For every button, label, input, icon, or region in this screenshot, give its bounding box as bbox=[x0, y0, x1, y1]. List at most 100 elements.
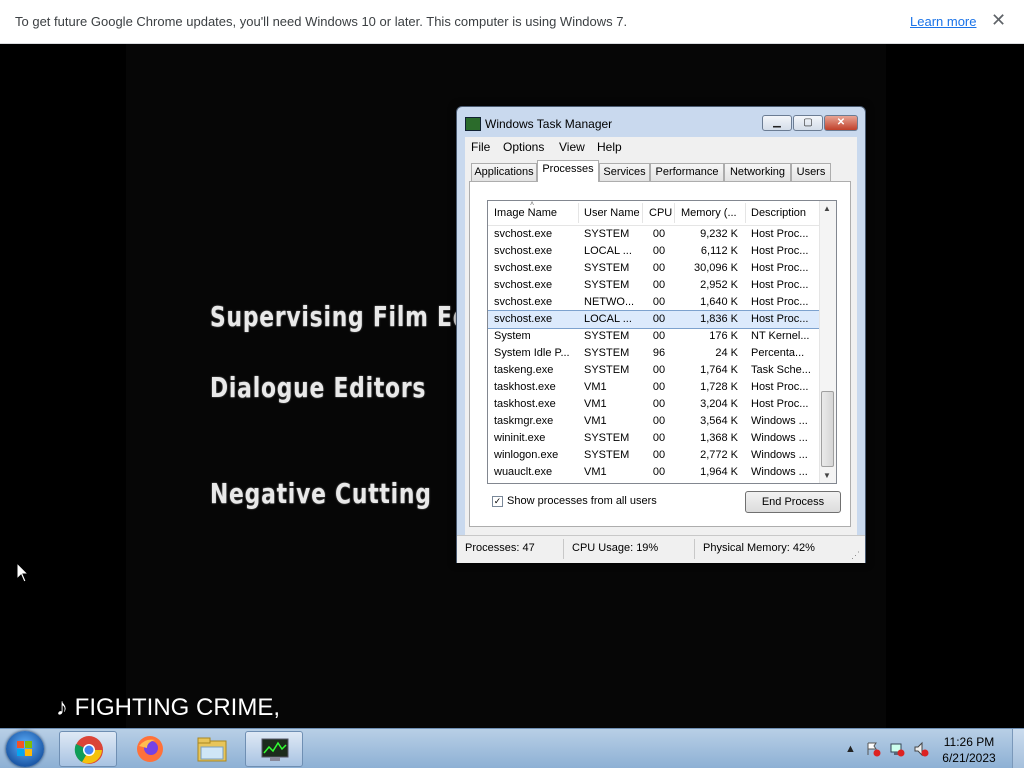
process-name: System Idle P... bbox=[494, 347, 570, 359]
process-cpu: 00 bbox=[652, 432, 666, 444]
process-name: taskmgr.exe bbox=[494, 415, 554, 427]
close-button[interactable]: ✕ bbox=[824, 115, 858, 131]
taskbar-chrome[interactable] bbox=[59, 731, 117, 767]
vertical-scrollbar[interactable]: ▲ ▼ bbox=[819, 201, 836, 483]
tab-applications[interactable]: Applications bbox=[471, 163, 537, 181]
process-memory: 1,964 K bbox=[700, 466, 738, 478]
process-memory: 3,564 K bbox=[700, 415, 738, 427]
process-user: VM1 bbox=[584, 381, 607, 393]
show-all-users-label[interactable]: Show processes from all users bbox=[507, 495, 657, 507]
process-cpu: 00 bbox=[652, 245, 666, 257]
process-row[interactable]: wininit.exe SYSTEM 00 1,368 K Windows ... bbox=[488, 430, 820, 447]
show-hidden-icons-icon[interactable]: ▲ bbox=[845, 743, 856, 755]
volume-muted-icon[interactable] bbox=[913, 741, 929, 757]
column-separator[interactable] bbox=[642, 203, 643, 223]
column-separator[interactable] bbox=[674, 203, 675, 223]
process-cpu: 00 bbox=[652, 466, 666, 478]
close-icon[interactable]: ✕ bbox=[991, 10, 1006, 31]
process-name: taskhost.exe bbox=[494, 398, 556, 410]
show-all-users-checkbox[interactable]: ✓ bbox=[492, 496, 503, 507]
tab-users[interactable]: Users bbox=[791, 163, 831, 181]
clock-date: 6/21/2023 bbox=[942, 751, 996, 765]
chrome-update-infobar: To get future Google Chrome updates, you… bbox=[0, 0, 1024, 44]
process-row[interactable]: System Idle P... SYSTEM 96 24 K Percenta... bbox=[488, 345, 820, 362]
tab-processes[interactable]: Processes bbox=[537, 160, 599, 182]
column-image-name[interactable]: Image Name bbox=[494, 207, 557, 219]
action-center-icon[interactable] bbox=[865, 741, 881, 757]
process-name: svchost.exe bbox=[494, 279, 553, 291]
process-cpu: 00 bbox=[652, 279, 666, 291]
status-separator bbox=[694, 539, 695, 559]
status-processes: Processes: 47 bbox=[465, 542, 535, 554]
process-description: Host Proc... bbox=[751, 313, 809, 325]
column-separator[interactable] bbox=[578, 203, 579, 223]
start-button[interactable] bbox=[6, 731, 44, 767]
process-memory: 1,368 K bbox=[700, 432, 738, 444]
learn-more-link[interactable]: Learn more bbox=[910, 14, 976, 29]
scrollbar-thumb[interactable] bbox=[821, 391, 834, 467]
scroll-up-icon[interactable]: ▲ bbox=[823, 204, 831, 213]
task-manager-body: Applications Processes Services Performa… bbox=[465, 157, 857, 535]
menu-file[interactable]: File bbox=[471, 140, 490, 154]
process-user: SYSTEM bbox=[584, 347, 630, 359]
process-cpu: 00 bbox=[652, 296, 666, 308]
process-row[interactable]: svchost.exe SYSTEM 00 30,096 K Host Proc... bbox=[488, 260, 820, 277]
process-name: System bbox=[494, 330, 531, 342]
tab-services[interactable]: Services bbox=[599, 163, 650, 181]
mouse-cursor-icon bbox=[16, 562, 30, 583]
process-description: Host Proc... bbox=[751, 296, 809, 308]
chrome-icon bbox=[74, 736, 103, 764]
process-name: svchost.exe bbox=[494, 313, 553, 325]
process-row[interactable]: svchost.exe SYSTEM 00 9,232 K Host Proc... bbox=[488, 226, 820, 243]
column-description[interactable]: Description bbox=[751, 207, 806, 219]
menu-options[interactable]: Options bbox=[503, 140, 544, 154]
process-row[interactable]: svchost.exe SYSTEM 00 2,952 K Host Proc... bbox=[488, 277, 820, 294]
show-desktop-button[interactable] bbox=[1012, 729, 1024, 768]
process-user: LOCAL ... bbox=[584, 245, 632, 257]
process-description: Host Proc... bbox=[751, 398, 809, 410]
system-clock[interactable]: 11:26 PM 6/21/2023 bbox=[936, 734, 1002, 766]
menu-help[interactable]: Help bbox=[597, 140, 622, 154]
process-row[interactable]: taskeng.exe SYSTEM 00 1,764 K Task Sche... bbox=[488, 362, 820, 379]
credit-line-1: Supervising Film Edit bbox=[210, 300, 489, 333]
column-separator[interactable] bbox=[745, 203, 746, 223]
column-cpu[interactable]: CPU bbox=[649, 207, 672, 219]
process-cpu: 96 bbox=[652, 347, 666, 359]
process-memory: 1,764 K bbox=[700, 364, 738, 376]
process-name: svchost.exe bbox=[494, 296, 553, 308]
scroll-down-icon[interactable]: ▼ bbox=[823, 471, 831, 480]
process-memory: 9,232 K bbox=[700, 228, 738, 240]
title-bar[interactable]: Windows Task Manager ▁ ▢ ✕ bbox=[457, 107, 865, 135]
column-memory[interactable]: Memory (... bbox=[681, 207, 737, 219]
process-row[interactable]: taskhost.exe VM1 00 1,728 K Host Proc... bbox=[488, 379, 820, 396]
process-user: VM1 bbox=[584, 398, 607, 410]
network-icon[interactable] bbox=[889, 741, 905, 757]
taskbar-explorer[interactable] bbox=[183, 731, 241, 767]
taskbar-task-manager[interactable] bbox=[245, 731, 303, 767]
minimize-button[interactable]: ▁ bbox=[762, 115, 792, 131]
process-row[interactable]: System SYSTEM 00 176 K NT Kernel... bbox=[488, 328, 820, 345]
process-row[interactable]: taskhost.exe VM1 00 3,204 K Host Proc... bbox=[488, 396, 820, 413]
process-row[interactable]: winlogon.exe SYSTEM 00 2,772 K Windows ... bbox=[488, 447, 820, 464]
process-row[interactable]: svchost.exe NETWO... 00 1,640 K Host Proc... bbox=[488, 294, 820, 311]
tab-networking[interactable]: Networking bbox=[724, 163, 791, 181]
process-list[interactable]: Image Name ˄ User Name CPU Memory (... D… bbox=[487, 200, 837, 484]
column-user-name[interactable]: User Name bbox=[584, 207, 640, 219]
process-cpu: 00 bbox=[652, 449, 666, 461]
process-description: Percenta... bbox=[751, 347, 805, 359]
taskbar-firefox[interactable] bbox=[121, 731, 179, 767]
resize-grip-icon[interactable]: ⋰ bbox=[851, 550, 860, 561]
process-cpu: 00 bbox=[652, 398, 666, 410]
maximize-button[interactable]: ▢ bbox=[793, 115, 823, 131]
process-row[interactable]: svchost.exe LOCAL ... 00 1,836 K Host Proc..… bbox=[488, 310, 821, 329]
process-row[interactable]: wuauclt.exe VM1 00 1,964 K Windows ... bbox=[488, 464, 820, 481]
process-row[interactable]: svchost.exe LOCAL ... 00 6,112 K Host Proc..… bbox=[488, 243, 820, 260]
tab-performance[interactable]: Performance bbox=[650, 163, 724, 181]
menu-view[interactable]: View bbox=[559, 140, 585, 154]
menu-bar: File Options View Help bbox=[465, 137, 857, 157]
process-row[interactable]: taskmgr.exe VM1 00 3,564 K Windows ... bbox=[488, 413, 820, 430]
end-process-button[interactable]: End Process bbox=[745, 491, 841, 513]
window-title: Windows Task Manager bbox=[485, 117, 613, 131]
process-cpu: 00 bbox=[652, 364, 666, 376]
process-cpu: 00 bbox=[652, 330, 666, 342]
